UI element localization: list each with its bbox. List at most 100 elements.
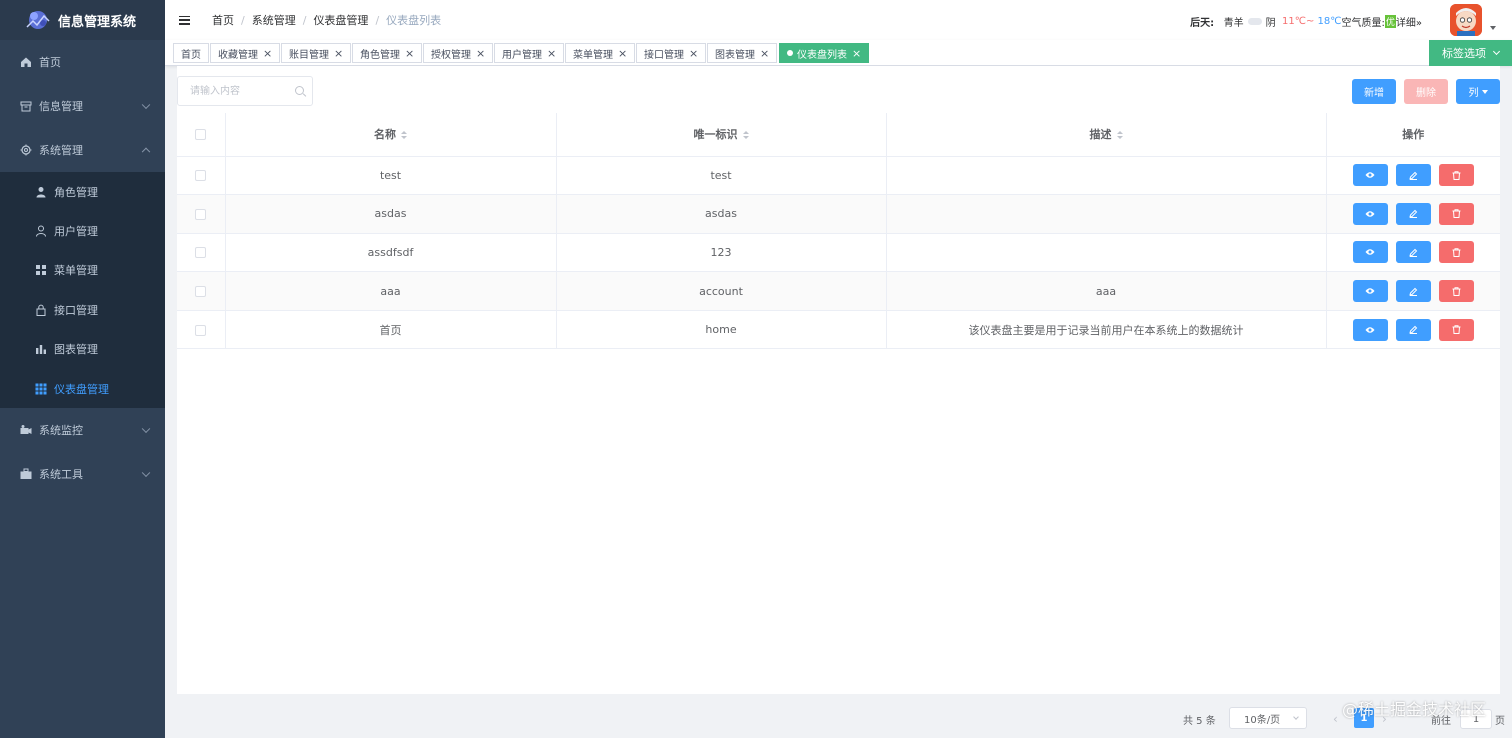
delete-row-button[interactable] bbox=[1438, 202, 1474, 225]
tag-roles[interactable]: 角色管理 × bbox=[352, 43, 423, 63]
view-button[interactable] bbox=[1352, 164, 1388, 187]
breadcrumb-item[interactable]: 系统管理 bbox=[252, 12, 296, 28]
delete-row-button[interactable] bbox=[1438, 164, 1474, 187]
prev-page-icon[interactable]: ‹ bbox=[1333, 700, 1338, 738]
tag-users[interactable]: 用户管理 × bbox=[494, 43, 565, 63]
close-icon[interactable]: × bbox=[334, 47, 343, 60]
row-checkbox[interactable] bbox=[195, 286, 207, 298]
tag-favorites[interactable]: 收藏管理 × bbox=[210, 43, 281, 63]
edit-button[interactable] bbox=[1395, 318, 1431, 341]
sidebar-item-charts[interactable]: 图表管理 bbox=[0, 330, 165, 369]
tag-dashboard-list[interactable]: 仪表盘列表 × bbox=[779, 43, 870, 63]
sidebar-item-apis[interactable]: 接口管理 bbox=[0, 290, 165, 329]
close-icon[interactable]: × bbox=[852, 47, 861, 60]
page-size-select[interactable]: 10条/页 bbox=[1229, 707, 1307, 729]
table-row: assdfsdf 123 bbox=[177, 233, 1500, 273]
sidebar-item-home[interactable]: 首页 bbox=[0, 40, 165, 84]
row-checkbox[interactable] bbox=[195, 324, 207, 336]
close-icon[interactable]: × bbox=[547, 47, 556, 60]
breadcrumb-item[interactable]: 首页 bbox=[212, 12, 234, 28]
view-button[interactable] bbox=[1352, 202, 1388, 225]
sort-icon[interactable] bbox=[401, 131, 407, 140]
view-button[interactable] bbox=[1352, 280, 1388, 303]
cell-key: 123 bbox=[556, 233, 887, 273]
row-checkbox[interactable] bbox=[195, 208, 207, 220]
tag-charts[interactable]: 图表管理 × bbox=[707, 43, 778, 63]
cell-actions bbox=[1326, 156, 1500, 196]
close-icon[interactable]: × bbox=[263, 47, 272, 60]
add-button[interactable]: 新增 bbox=[1352, 79, 1396, 104]
columns-button[interactable]: 列 bbox=[1456, 79, 1500, 104]
cell-desc: aaa bbox=[886, 271, 1327, 311]
close-icon[interactable]: × bbox=[618, 47, 627, 60]
table-row: aaa account aaa bbox=[177, 271, 1500, 311]
sidebar-item-system[interactable]: 系统管理 bbox=[0, 128, 165, 172]
tag-options-button[interactable]: 标签选项 bbox=[1429, 40, 1512, 66]
delete-button[interactable]: 删除 bbox=[1404, 79, 1448, 104]
sidebar-item-roles[interactable]: 角色管理 bbox=[0, 172, 165, 211]
edit-button[interactable] bbox=[1395, 280, 1431, 303]
search-icon[interactable] bbox=[295, 86, 304, 95]
header-key[interactable]: 唯一标识 bbox=[556, 113, 887, 157]
tag-home[interactable]: 首页 bbox=[173, 43, 209, 63]
tag-apis[interactable]: 接口管理 × bbox=[636, 43, 707, 63]
watermark: @稀土掘金技术社区 bbox=[1342, 700, 1487, 719]
eye-icon bbox=[1365, 326, 1375, 333]
header-desc[interactable]: 描述 bbox=[886, 113, 1327, 157]
delete-row-button[interactable] bbox=[1438, 318, 1474, 341]
lock-icon bbox=[35, 304, 47, 316]
caret-down-icon bbox=[1481, 89, 1488, 94]
logo[interactable]: 信息管理系统 bbox=[0, 0, 165, 40]
header-select-all bbox=[177, 113, 226, 157]
edit-button[interactable] bbox=[1395, 202, 1431, 225]
edit-button[interactable] bbox=[1395, 241, 1431, 264]
tag-menus[interactable]: 菜单管理 × bbox=[565, 43, 636, 63]
select-all-checkbox[interactable] bbox=[195, 129, 207, 141]
sidebar-item-info[interactable]: 信息管理 bbox=[0, 84, 165, 128]
table-row: asdas asdas bbox=[177, 194, 1500, 234]
weather-high: 11℃~ bbox=[1281, 16, 1315, 27]
delete-button-label: 删除 bbox=[1416, 88, 1436, 99]
avatar[interactable] bbox=[1450, 4, 1482, 36]
sidebar-item-dashboards[interactable]: 仪表盘管理 bbox=[0, 369, 165, 408]
row-checkbox[interactable] bbox=[195, 170, 207, 182]
close-icon[interactable]: × bbox=[476, 47, 485, 60]
hamburger-icon[interactable] bbox=[179, 15, 190, 25]
tag-label: 账目管理 bbox=[289, 49, 329, 61]
close-icon[interactable]: × bbox=[760, 47, 769, 60]
cell-key: home bbox=[556, 310, 887, 350]
sidebar-item-monitor[interactable]: 系统监控 bbox=[0, 408, 165, 452]
delete-row-button[interactable] bbox=[1438, 280, 1474, 303]
header-name[interactable]: 名称 bbox=[225, 113, 557, 157]
sidebar-item-menus[interactable]: 菜单管理 bbox=[0, 251, 165, 290]
search-input[interactable] bbox=[178, 77, 288, 105]
tag-label: 用户管理 bbox=[502, 49, 542, 61]
view-button[interactable] bbox=[1352, 318, 1388, 341]
sidebar-item-users[interactable]: 用户管理 bbox=[0, 211, 165, 250]
caret-down-icon[interactable] bbox=[1490, 26, 1496, 30]
sort-icon[interactable] bbox=[1116, 131, 1123, 140]
sort-icon[interactable] bbox=[742, 131, 749, 140]
delete-row-button[interactable] bbox=[1438, 241, 1474, 264]
sidebar-item-label: 菜单管理 bbox=[54, 264, 98, 278]
view-button[interactable] bbox=[1352, 241, 1388, 264]
tag-auth[interactable]: 授权管理 × bbox=[423, 43, 494, 63]
trash-icon bbox=[1452, 248, 1461, 257]
close-icon[interactable]: × bbox=[689, 47, 698, 60]
sidebar-item-label: 接口管理 bbox=[54, 303, 98, 317]
sidebar-item-tools[interactable]: 系统工具 bbox=[0, 452, 165, 496]
pencil-icon bbox=[1409, 287, 1417, 296]
trash-icon bbox=[1452, 286, 1461, 296]
tag-accounts[interactable]: 账目管理 × bbox=[281, 43, 352, 63]
weather-detail-link[interactable]: 详细» bbox=[1396, 14, 1422, 29]
dashboard-table: 名称 唯一标识 描述 操作 test test asdas asdas assd… bbox=[177, 113, 1500, 350]
tag-label: 图表管理 bbox=[715, 49, 755, 61]
tag-label: 菜单管理 bbox=[573, 49, 613, 61]
close-icon[interactable]: × bbox=[405, 47, 414, 60]
cell-key: asdas bbox=[556, 194, 887, 234]
breadcrumb-item[interactable]: 仪表盘管理 bbox=[313, 12, 368, 28]
row-select-cell bbox=[177, 271, 226, 311]
edit-button[interactable] bbox=[1395, 164, 1431, 187]
row-checkbox[interactable] bbox=[195, 247, 207, 259]
chevron-down-icon bbox=[141, 468, 151, 478]
